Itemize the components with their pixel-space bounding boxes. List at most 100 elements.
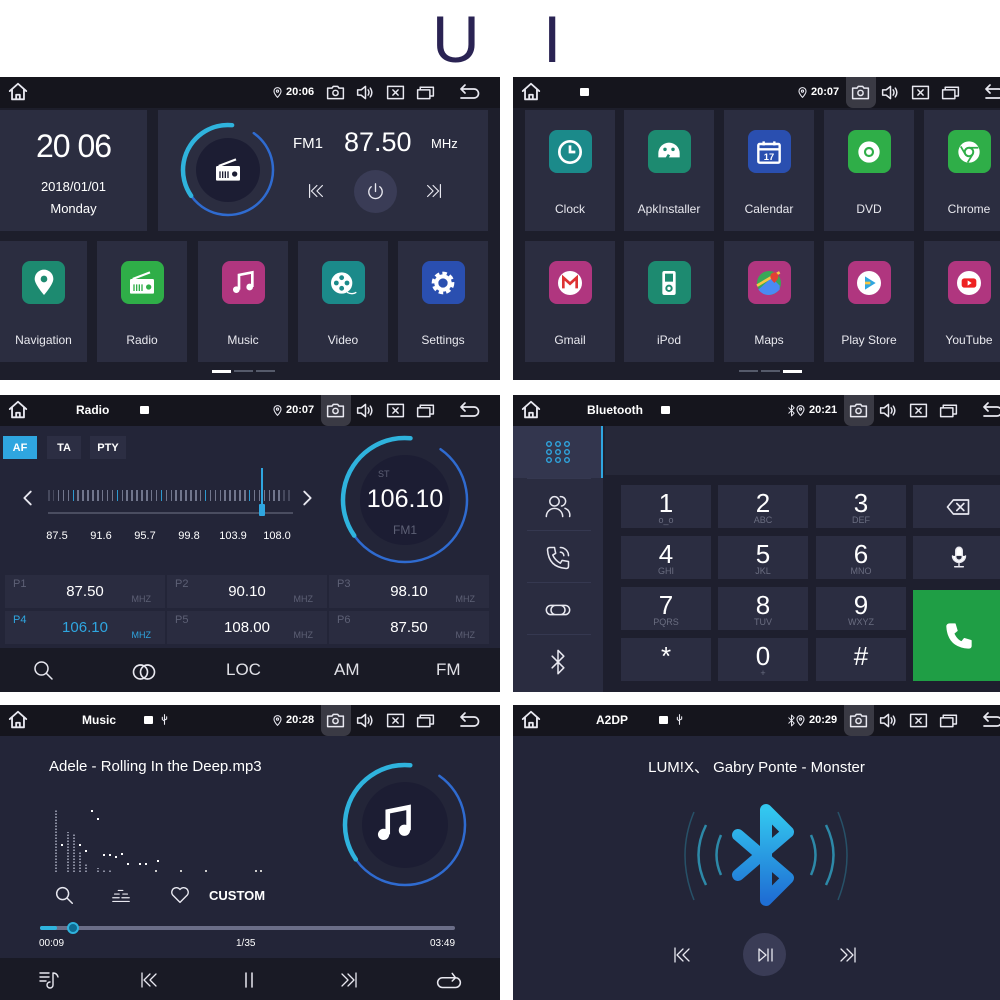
scale-right-chevron-icon[interactable]: [296, 487, 318, 509]
recent-apps-icon[interactable]: [415, 710, 436, 731]
back-icon[interactable]: [982, 81, 1000, 105]
previous-track-icon[interactable]: [137, 968, 161, 992]
page-dot[interactable]: [739, 370, 758, 372]
radio-widget[interactable]: FM1 87.50 MHz: [158, 110, 488, 231]
home-icon[interactable]: [520, 81, 542, 103]
next-track-icon[interactable]: [836, 943, 860, 967]
home-icon[interactable]: [520, 709, 542, 731]
close-app-icon[interactable]: [385, 710, 406, 731]
screenshot-camera-icon[interactable]: [325, 710, 346, 731]
dial-key-3[interactable]: 3 DEF: [816, 485, 906, 528]
stereo-mono-icon[interactable]: [130, 658, 158, 686]
previous-station-icon[interactable]: [305, 180, 327, 202]
pause-icon[interactable]: [237, 968, 261, 992]
preset-p5[interactable]: P5 108.00 MHZ: [167, 611, 327, 644]
option-pty-button[interactable]: PTY: [90, 436, 126, 459]
dial-key-6[interactable]: 6 MNO: [816, 536, 906, 579]
playlist-icon[interactable]: [37, 968, 61, 992]
close-app-icon[interactable]: [385, 400, 406, 421]
app-tile-dvd[interactable]: DVD: [824, 110, 914, 231]
call-button[interactable]: [913, 590, 1000, 681]
app-tile-youtube[interactable]: YouTube: [924, 241, 1000, 362]
dial-key-*[interactable]: *: [621, 638, 711, 681]
app-tile-video[interactable]: Video: [298, 241, 388, 362]
link-icon[interactable]: [544, 596, 572, 624]
dial-key-5[interactable]: 5 JKL: [718, 536, 808, 579]
volume-icon[interactable]: [878, 710, 899, 731]
call-log-icon[interactable]: [544, 544, 572, 572]
app-tile-chrome[interactable]: Chrome: [924, 110, 1000, 231]
home-icon[interactable]: [520, 399, 542, 421]
search-icon[interactable]: [31, 658, 55, 682]
home-icon[interactable]: [7, 399, 29, 421]
back-icon[interactable]: [457, 399, 481, 423]
screenshot-camera-icon[interactable]: [848, 710, 869, 731]
option-ta-button[interactable]: TA: [47, 436, 81, 459]
voice-input-button[interactable]: [913, 536, 1000, 579]
recent-apps-icon[interactable]: [938, 400, 959, 421]
frequency-scale[interactable]: [48, 468, 293, 517]
dial-key-9[interactable]: 9 WXYZ: [816, 587, 906, 630]
dialpad-icon[interactable]: [545, 440, 571, 464]
back-icon[interactable]: [980, 399, 1000, 423]
recent-apps-icon[interactable]: [940, 82, 961, 103]
preset-p4[interactable]: P4 106.10 MHZ: [5, 611, 165, 644]
contacts-icon[interactable]: [544, 492, 572, 520]
close-app-icon[interactable]: [908, 400, 929, 421]
dial-key-2[interactable]: 2 ABC: [718, 485, 808, 528]
back-icon[interactable]: [980, 709, 1000, 733]
next-station-icon[interactable]: [423, 180, 445, 202]
page-dot[interactable]: [783, 370, 802, 373]
preset-p3[interactable]: P3 98.10 MHZ: [329, 575, 489, 608]
progress-knob[interactable]: [66, 922, 79, 934]
dial-key-4[interactable]: 4 GHI: [621, 536, 711, 579]
recent-apps-icon[interactable]: [415, 82, 436, 103]
recent-apps-icon[interactable]: [938, 710, 959, 731]
screenshot-camera-icon[interactable]: [325, 400, 346, 421]
dial-key-1[interactable]: 1 o_o: [621, 485, 711, 528]
repeat-icon[interactable]: [436, 968, 462, 994]
screenshot-camera-icon[interactable]: [325, 82, 346, 103]
volume-icon[interactable]: [878, 400, 899, 421]
app-tile-apkinstaller[interactable]: ApkInstaller: [624, 110, 714, 231]
backspace-button[interactable]: [913, 485, 1000, 528]
preset-p2[interactable]: P2 90.10 MHZ: [167, 575, 327, 608]
page-dot[interactable]: [761, 370, 780, 372]
preset-p6[interactable]: P6 87.50 MHZ: [329, 611, 489, 644]
favorite-heart-icon[interactable]: [169, 884, 191, 906]
search-icon[interactable]: [53, 884, 75, 906]
back-icon[interactable]: [457, 81, 481, 105]
page-dot[interactable]: [256, 370, 275, 372]
preset-p1[interactable]: P1 87.50 MHZ: [5, 575, 165, 608]
volume-icon[interactable]: [355, 82, 376, 103]
play-pause-icon[interactable]: [753, 943, 777, 967]
dial-key-7[interactable]: 7 PQRS: [621, 587, 711, 630]
page-dot[interactable]: [212, 370, 231, 373]
dial-key-8[interactable]: 8 TUV: [718, 587, 808, 630]
app-tile-maps[interactable]: Maps: [724, 241, 814, 362]
tuning-needle-handle[interactable]: [259, 504, 266, 516]
previous-track-icon[interactable]: [670, 943, 694, 967]
volume-icon[interactable]: [355, 710, 376, 731]
volume-icon[interactable]: [880, 82, 901, 103]
app-tile-settings[interactable]: Settings: [398, 241, 488, 362]
recent-apps-icon[interactable]: [415, 400, 436, 421]
close-app-icon[interactable]: [910, 82, 931, 103]
loc-button[interactable]: LOC: [226, 660, 261, 680]
close-app-icon[interactable]: [385, 82, 406, 103]
app-tile-music[interactable]: Music: [198, 241, 288, 362]
progress-slider[interactable]: [40, 922, 455, 934]
equalizer-icon[interactable]: [110, 884, 132, 906]
home-icon[interactable]: [7, 709, 29, 731]
app-tile-clock[interactable]: Clock: [525, 110, 615, 231]
fm-band-button[interactable]: FM: [436, 660, 461, 680]
dial-key-0[interactable]: 0 +: [718, 638, 808, 681]
power-icon[interactable]: [364, 180, 387, 203]
screenshot-camera-icon[interactable]: [848, 400, 869, 421]
scale-left-chevron-icon[interactable]: [17, 487, 39, 509]
home-icon[interactable]: [7, 81, 29, 103]
page-dot[interactable]: [234, 370, 253, 372]
bluetooth-icon[interactable]: [544, 648, 572, 676]
app-tile-gmail[interactable]: Gmail: [525, 241, 615, 362]
option-af-button[interactable]: AF: [3, 436, 37, 459]
